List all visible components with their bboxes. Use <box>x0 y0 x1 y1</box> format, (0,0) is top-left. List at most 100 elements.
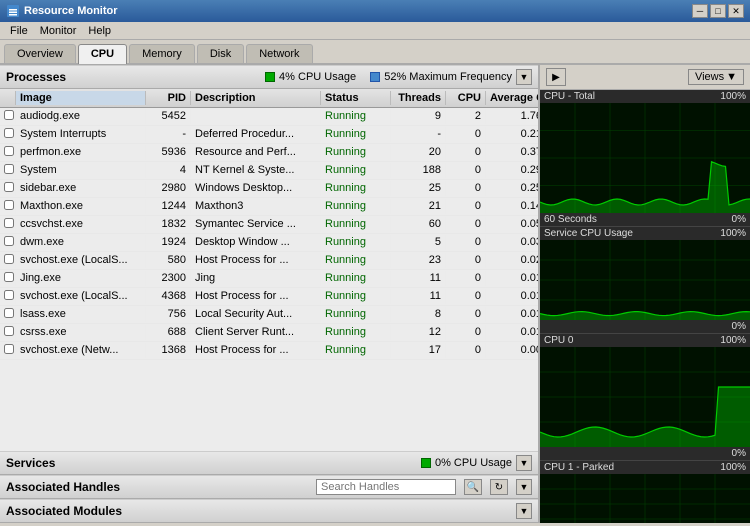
td-threads: 11 <box>391 289 446 304</box>
td-image: Jing.exe <box>16 271 146 286</box>
table-header: Image PID Description Status Threads CPU… <box>0 89 538 108</box>
modules-collapse-btn[interactable]: ▼ <box>516 503 532 519</box>
th-status[interactable]: Status <box>321 91 391 105</box>
services-collapse-btn[interactable]: ▼ <box>516 455 532 471</box>
table-row[interactable]: svchost.exe (LocalS... 580 Host Process … <box>0 252 538 270</box>
td-avgcpu: 0.01 <box>486 271 538 286</box>
td-threads: 25 <box>391 181 446 196</box>
graph-bottom-pct-2: 0% <box>732 448 746 459</box>
table-row[interactable]: svchost.exe (Netw... 1368 Host Process f… <box>0 342 538 360</box>
processes-table-body[interactable]: audiodg.exe 5452 Running 9 2 1.76 System… <box>0 108 538 451</box>
td-image: lsass.exe <box>16 307 146 322</box>
th-avgcpu[interactable]: Average C... <box>486 91 540 105</box>
minimize-button[interactable]: ─ <box>692 4 708 18</box>
table-row[interactable]: svchost.exe (LocalS... 4368 Host Process… <box>0 288 538 306</box>
td-threads: 20 <box>391 145 446 160</box>
left-panel: Processes 4% CPU Usage 52% Maximum Frequ… <box>0 65 540 523</box>
td-image: System Interrupts <box>16 127 146 142</box>
th-check[interactable] <box>0 91 16 105</box>
td-avgcpu: 0.25 <box>486 181 538 196</box>
graph-title-row-0: CPU - Total 100% <box>540 90 750 103</box>
graph-title-row-3: CPU 1 - Parked 100% <box>540 461 750 474</box>
graph-time-label-0: 60 Seconds <box>544 214 597 225</box>
td-avgcpu: 0.01 <box>486 289 538 304</box>
th-threads[interactable]: Threads <box>391 91 446 105</box>
td-image: svchost.exe (LocalS... <box>16 253 146 268</box>
nav-back-button[interactable]: ▶ <box>546 68 566 86</box>
td-avgcpu: 0.02 <box>486 253 538 268</box>
td-status: Running <box>321 145 391 160</box>
close-button[interactable]: ✕ <box>728 4 744 18</box>
table-row[interactable]: lsass.exe 756 Local Security Aut... Runn… <box>0 306 538 324</box>
table-row[interactable]: ccsvchst.exe 1832 Symantec Service ... R… <box>0 216 538 234</box>
th-pid[interactable]: PID <box>146 91 191 105</box>
graph-svg-3 <box>540 474 750 523</box>
table-row[interactable]: Jing.exe 2300 Jing Running 11 0 0.01 <box>0 270 538 288</box>
td-cpu: 0 <box>446 253 486 268</box>
graph-svg-2 <box>540 347 750 447</box>
td-avgcpu: 0.14 <box>486 199 538 214</box>
graph-container: CPU - Total 100% 60 Seconds 0% Service C… <box>540 90 750 523</box>
menu-file[interactable]: File <box>4 24 34 38</box>
tab-memory[interactable]: Memory <box>129 44 195 63</box>
tab-network[interactable]: Network <box>246 44 312 63</box>
tab-cpu[interactable]: CPU <box>78 44 127 64</box>
table-row[interactable]: audiodg.exe 5452 Running 9 2 1.76 <box>0 108 538 126</box>
graph-bottom-row-0: 60 Seconds 0% <box>540 213 750 226</box>
handles-header[interactable]: Associated Handles 🔍 ↻ ▼ <box>0 475 538 499</box>
menu-help[interactable]: Help <box>82 24 117 38</box>
td-pid: 5452 <box>146 109 191 124</box>
td-pid: 4368 <box>146 289 191 304</box>
refresh-handles-button[interactable]: ↻ <box>490 479 508 495</box>
title-bar: Resource Monitor ─ □ ✕ <box>0 0 750 22</box>
td-status: Running <box>321 307 391 322</box>
th-desc[interactable]: Description <box>191 91 321 105</box>
graph-area-1 <box>540 240 750 320</box>
td-check <box>0 163 16 178</box>
services-cpu-label: 0% CPU Usage <box>435 457 512 469</box>
search-handles-input[interactable] <box>316 479 456 495</box>
td-cpu: 0 <box>446 127 486 142</box>
maximize-button[interactable]: □ <box>710 4 726 18</box>
table-row[interactable]: Maxthon.exe 1244 Maxthon3 Running 21 0 0… <box>0 198 538 216</box>
tab-overview[interactable]: Overview <box>4 44 76 63</box>
table-row[interactable]: perfmon.exe 5936 Resource and Perf... Ru… <box>0 144 538 162</box>
processes-collapse-btn[interactable]: ▼ <box>516 69 532 85</box>
td-pid: 688 <box>146 325 191 340</box>
td-pid: 1924 <box>146 235 191 250</box>
td-pid: 4 <box>146 163 191 178</box>
table-row[interactable]: System Interrupts - Deferred Procedur...… <box>0 126 538 144</box>
td-check <box>0 199 16 214</box>
td-status: Running <box>321 271 391 286</box>
modules-header[interactable]: Associated Modules ▼ <box>0 499 538 523</box>
menu-monitor[interactable]: Monitor <box>34 24 83 38</box>
td-pid: 756 <box>146 307 191 322</box>
th-cpu[interactable]: CPU <box>446 91 486 105</box>
views-button[interactable]: Views ▼ <box>688 69 744 85</box>
services-header[interactable]: Services 0% CPU Usage ▼ <box>0 451 538 475</box>
table-row[interactable]: dwm.exe 1924 Desktop Window ... Running … <box>0 234 538 252</box>
search-handles-button[interactable]: 🔍 <box>464 479 482 495</box>
td-status: Running <box>321 199 391 214</box>
tab-bar: Overview CPU Memory Disk Network <box>0 40 750 65</box>
td-check <box>0 235 16 250</box>
modules-section: Associated Modules ▼ <box>0 499 538 523</box>
table-row[interactable]: sidebar.exe 2980 Windows Desktop... Runn… <box>0 180 538 198</box>
handles-collapse-btn[interactable]: ▼ <box>516 479 532 495</box>
td-pid: 2980 <box>146 181 191 196</box>
td-image: System <box>16 163 146 178</box>
td-image: sidebar.exe <box>16 181 146 196</box>
td-status: Running <box>321 217 391 232</box>
tab-disk[interactable]: Disk <box>197 44 244 63</box>
handles-section: Associated Handles 🔍 ↻ ▼ <box>0 475 538 499</box>
td-cpu: 0 <box>446 343 486 358</box>
table-row[interactable]: System 4 NT Kernel & Syste... Running 18… <box>0 162 538 180</box>
th-image[interactable]: Image <box>16 91 146 105</box>
graph-title-row-2: CPU 0 100% <box>540 334 750 347</box>
graph-top-pct-3: 100% <box>720 462 746 473</box>
td-check <box>0 145 16 160</box>
td-pid: - <box>146 127 191 142</box>
table-row[interactable]: csrss.exe 688 Client Server Runt... Runn… <box>0 324 538 342</box>
processes-section: Processes 4% CPU Usage 52% Maximum Frequ… <box>0 65 538 451</box>
processes-header[interactable]: Processes 4% CPU Usage 52% Maximum Frequ… <box>0 65 538 89</box>
